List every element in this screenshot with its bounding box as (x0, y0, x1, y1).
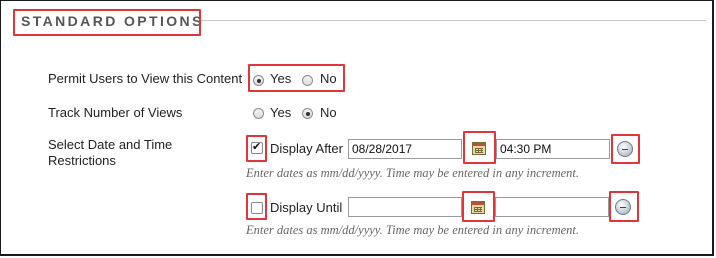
highlight-section-title (13, 9, 201, 36)
display-until-time-input[interactable] (495, 197, 609, 217)
date-restrictions-label-line1: Select Date and Time (48, 137, 173, 152)
display-after-hint: Enter dates as mm/dd/yyyy. Time may be e… (246, 166, 580, 180)
permit-view-label: Permit Users to View this Content (48, 71, 243, 86)
track-views-yes-radio[interactable] (253, 108, 264, 119)
highlight-display-after-calendar (463, 131, 496, 164)
highlight-display-until-checkbox (246, 193, 267, 220)
track-views-label: Track Number of Views (48, 105, 183, 120)
display-until-hint: Enter dates as mm/dd/yyyy. Time may be e… (246, 223, 580, 237)
highlight-permit-view (248, 64, 345, 92)
options-panel (0, 0, 714, 256)
track-views-no-label[interactable]: No (320, 105, 337, 120)
display-until-date-input[interactable] (348, 197, 462, 217)
highlight-display-after-clock (611, 134, 640, 164)
display-after-label: Display After (270, 141, 343, 156)
display-after-time-input[interactable]: 04:30 PM (496, 139, 610, 159)
display-after-date-input[interactable]: 08/28/2017 (348, 139, 462, 159)
track-views-no-radio[interactable] (302, 108, 313, 119)
track-views-yes-label[interactable]: Yes (270, 105, 291, 120)
display-until-label: Display Until (270, 200, 343, 215)
section-divider (199, 20, 706, 21)
highlight-display-until-calendar (462, 191, 495, 222)
date-restrictions-label-line2: Restrictions (48, 153, 116, 168)
highlight-display-after-checkbox (246, 135, 267, 162)
highlight-display-until-clock (609, 191, 639, 222)
